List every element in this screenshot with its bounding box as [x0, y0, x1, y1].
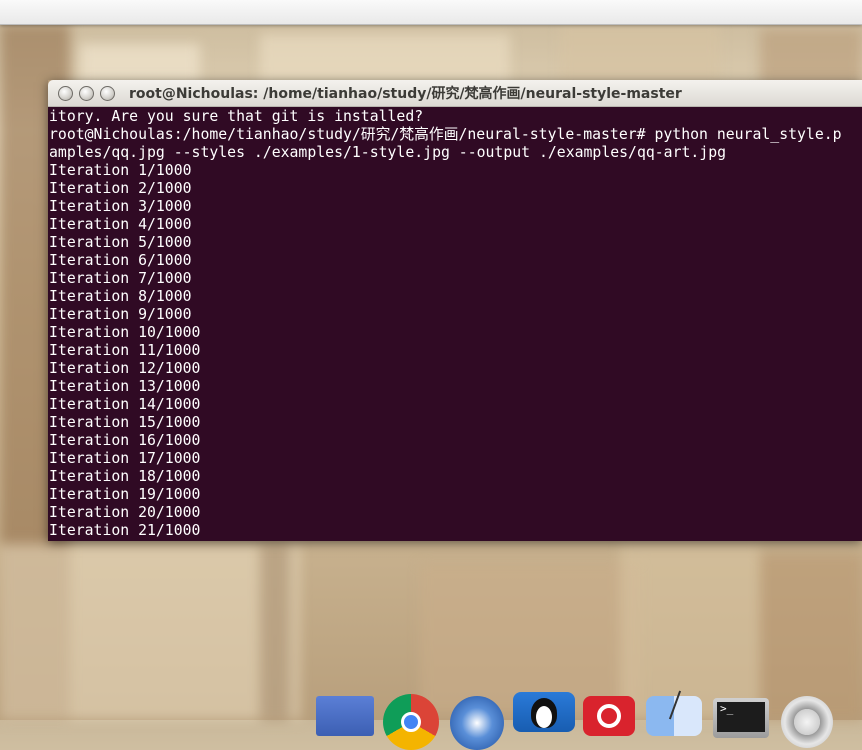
terminal-line: Iteration 10/1000 — [49, 324, 201, 341]
terminal-line: Iteration 16/1000 — [49, 432, 201, 449]
terminal-line: Iteration 2/1000 — [49, 180, 192, 197]
terminal-line: Iteration 1/1000 — [49, 162, 192, 179]
terminal-line: Iteration 11/1000 — [49, 342, 201, 359]
settings-icon[interactable] — [781, 696, 833, 748]
top-panel — [0, 0, 862, 25]
terminal-line: Iteration 18/1000 — [49, 468, 201, 485]
folder-icon[interactable] — [316, 696, 374, 736]
dock: >_ — [0, 690, 862, 750]
app-store-icon[interactable] — [450, 696, 504, 750]
terminal-line: Iteration 6/1000 — [49, 252, 192, 269]
terminal-line: Iteration 9/1000 — [49, 306, 192, 323]
terminal-line: Iteration 19/1000 — [49, 486, 201, 503]
terminal-line: root@Nichoulas:/home/tianhao/study/研究/梵高… — [49, 126, 842, 143]
qq-icon[interactable] — [513, 692, 575, 732]
terminal-line: Iteration 4/1000 — [49, 216, 192, 233]
terminal-output[interactable]: itory. Are you sure that git is installe… — [48, 107, 862, 541]
netease-music-icon[interactable] — [583, 696, 635, 736]
terminal-line: Iteration 7/1000 — [49, 270, 192, 287]
terminal-line: Iteration 13/1000 — [49, 378, 201, 395]
terminal-line: Iteration 17/1000 — [49, 450, 201, 467]
chrome-icon[interactable] — [383, 694, 439, 750]
window-titlebar[interactable]: root@Nichoulas: /home/tianhao/study/研究/梵… — [48, 80, 862, 107]
window-title: root@Nichoulas: /home/tianhao/study/研究/梵… — [129, 86, 682, 102]
terminal-icon[interactable]: >_ — [713, 698, 769, 738]
terminal-line: Iteration 12/1000 — [49, 360, 201, 377]
finder-icon[interactable] — [646, 690, 702, 736]
terminal-line: Iteration 20/1000 — [49, 504, 201, 521]
terminal-line: Iteration 21/1000 — [49, 522, 201, 539]
terminal-line: Iteration 15/1000 — [49, 414, 201, 431]
terminal-line: amples/qq.jpg --styles ./examples/1-styl… — [49, 144, 727, 161]
terminal-line: Iteration 14/1000 — [49, 396, 201, 413]
minimize-button[interactable] — [79, 85, 94, 101]
maximize-button[interactable] — [100, 85, 115, 101]
terminal-line: Iteration 3/1000 — [49, 198, 192, 215]
terminal-line: Iteration 5/1000 — [49, 234, 192, 251]
terminal-window[interactable]: root@Nichoulas: /home/tianhao/study/研究/梵… — [48, 80, 862, 541]
terminal-line: itory. Are you sure that git is installe… — [49, 108, 424, 125]
close-button[interactable] — [58, 85, 73, 101]
terminal-line: Iteration 8/1000 — [49, 288, 192, 305]
